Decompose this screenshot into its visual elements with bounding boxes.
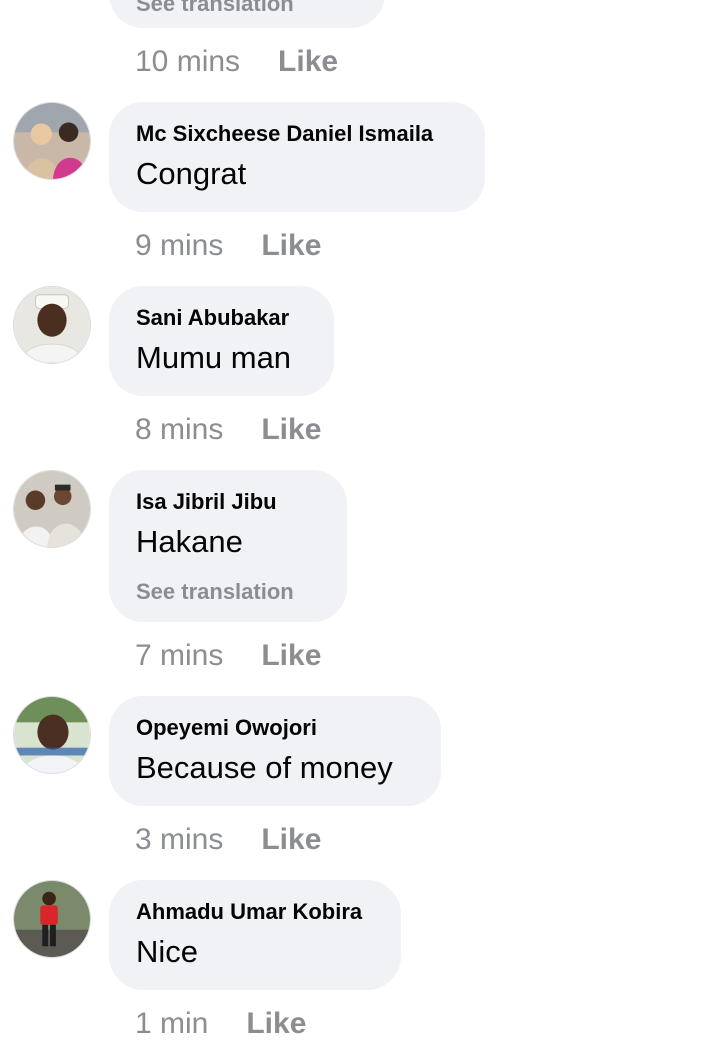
avatar-photo xyxy=(14,103,90,179)
comment-author[interactable]: Sani Abubakar xyxy=(136,304,307,332)
comment-bubble[interactable]: Ahmadu Umar Kobira Nice xyxy=(109,880,401,990)
comment-meta: 9 mins Like xyxy=(135,228,321,264)
comment-meta: 10 mins Like xyxy=(135,44,338,80)
avatar[interactable] xyxy=(13,470,91,548)
comment-time[interactable]: 8 mins xyxy=(135,412,223,448)
comment-author[interactable]: Opeyemi Owojori xyxy=(136,714,414,742)
comment-time[interactable]: 10 mins xyxy=(135,44,240,80)
comment-time[interactable]: 1 min xyxy=(135,1006,208,1042)
like-button[interactable]: Like xyxy=(261,638,321,674)
comment-meta: 3 mins Like xyxy=(135,822,321,858)
comments-feed: See translation 10 mins Like Mc Sixcheese… xyxy=(0,0,708,1064)
comment-time[interactable]: 9 mins xyxy=(135,228,223,264)
like-button[interactable]: Like xyxy=(246,1006,306,1042)
comment-bubble[interactable]: Sani Abubakar Mumu man xyxy=(109,286,334,396)
like-button[interactable]: Like xyxy=(261,228,321,264)
comment-text: Mumu man xyxy=(136,340,292,375)
see-translation-link[interactable]: See translation xyxy=(136,578,320,606)
comment-meta: 8 mins Like xyxy=(135,412,321,448)
comment-author[interactable]: Mc Sixcheese Daniel Ismaila xyxy=(136,120,458,148)
comment-text: Congrat xyxy=(136,156,247,191)
avatar[interactable] xyxy=(13,286,91,364)
see-translation-link[interactable]: See translation xyxy=(136,0,294,18)
comment-text: Because of money xyxy=(136,750,393,785)
avatar-photo xyxy=(14,697,90,773)
comment-text: Nice xyxy=(136,934,199,969)
avatar[interactable] xyxy=(13,880,91,958)
comment-text: Hakane xyxy=(136,524,243,559)
comment-bubble[interactable]: Opeyemi Owojori Because of money xyxy=(109,696,441,806)
avatar-photo xyxy=(14,287,90,363)
comment-bubble[interactable]: Mc Sixcheese Daniel Ismaila Congrat xyxy=(109,102,485,212)
avatar[interactable] xyxy=(13,102,91,180)
comment-time[interactable]: 3 mins xyxy=(135,822,223,858)
like-button[interactable]: Like xyxy=(278,44,338,80)
comment-author[interactable]: Isa Jibril Jibu xyxy=(136,488,320,516)
comment-author[interactable]: Ahmadu Umar Kobira xyxy=(136,898,374,926)
avatar[interactable] xyxy=(13,696,91,774)
comment-bubble[interactable]: Isa Jibril Jibu Hakane See translation xyxy=(109,470,347,622)
like-button[interactable]: Like xyxy=(261,412,321,448)
avatar-photo xyxy=(14,471,90,547)
avatar-photo xyxy=(14,881,90,957)
comment-meta: 1 min Like xyxy=(135,1006,306,1042)
comment-meta: 7 mins Like xyxy=(135,638,321,674)
comment-time[interactable]: 7 mins xyxy=(135,638,223,674)
comment-bubble[interactable]: See translation xyxy=(109,0,385,28)
like-button[interactable]: Like xyxy=(261,822,321,858)
